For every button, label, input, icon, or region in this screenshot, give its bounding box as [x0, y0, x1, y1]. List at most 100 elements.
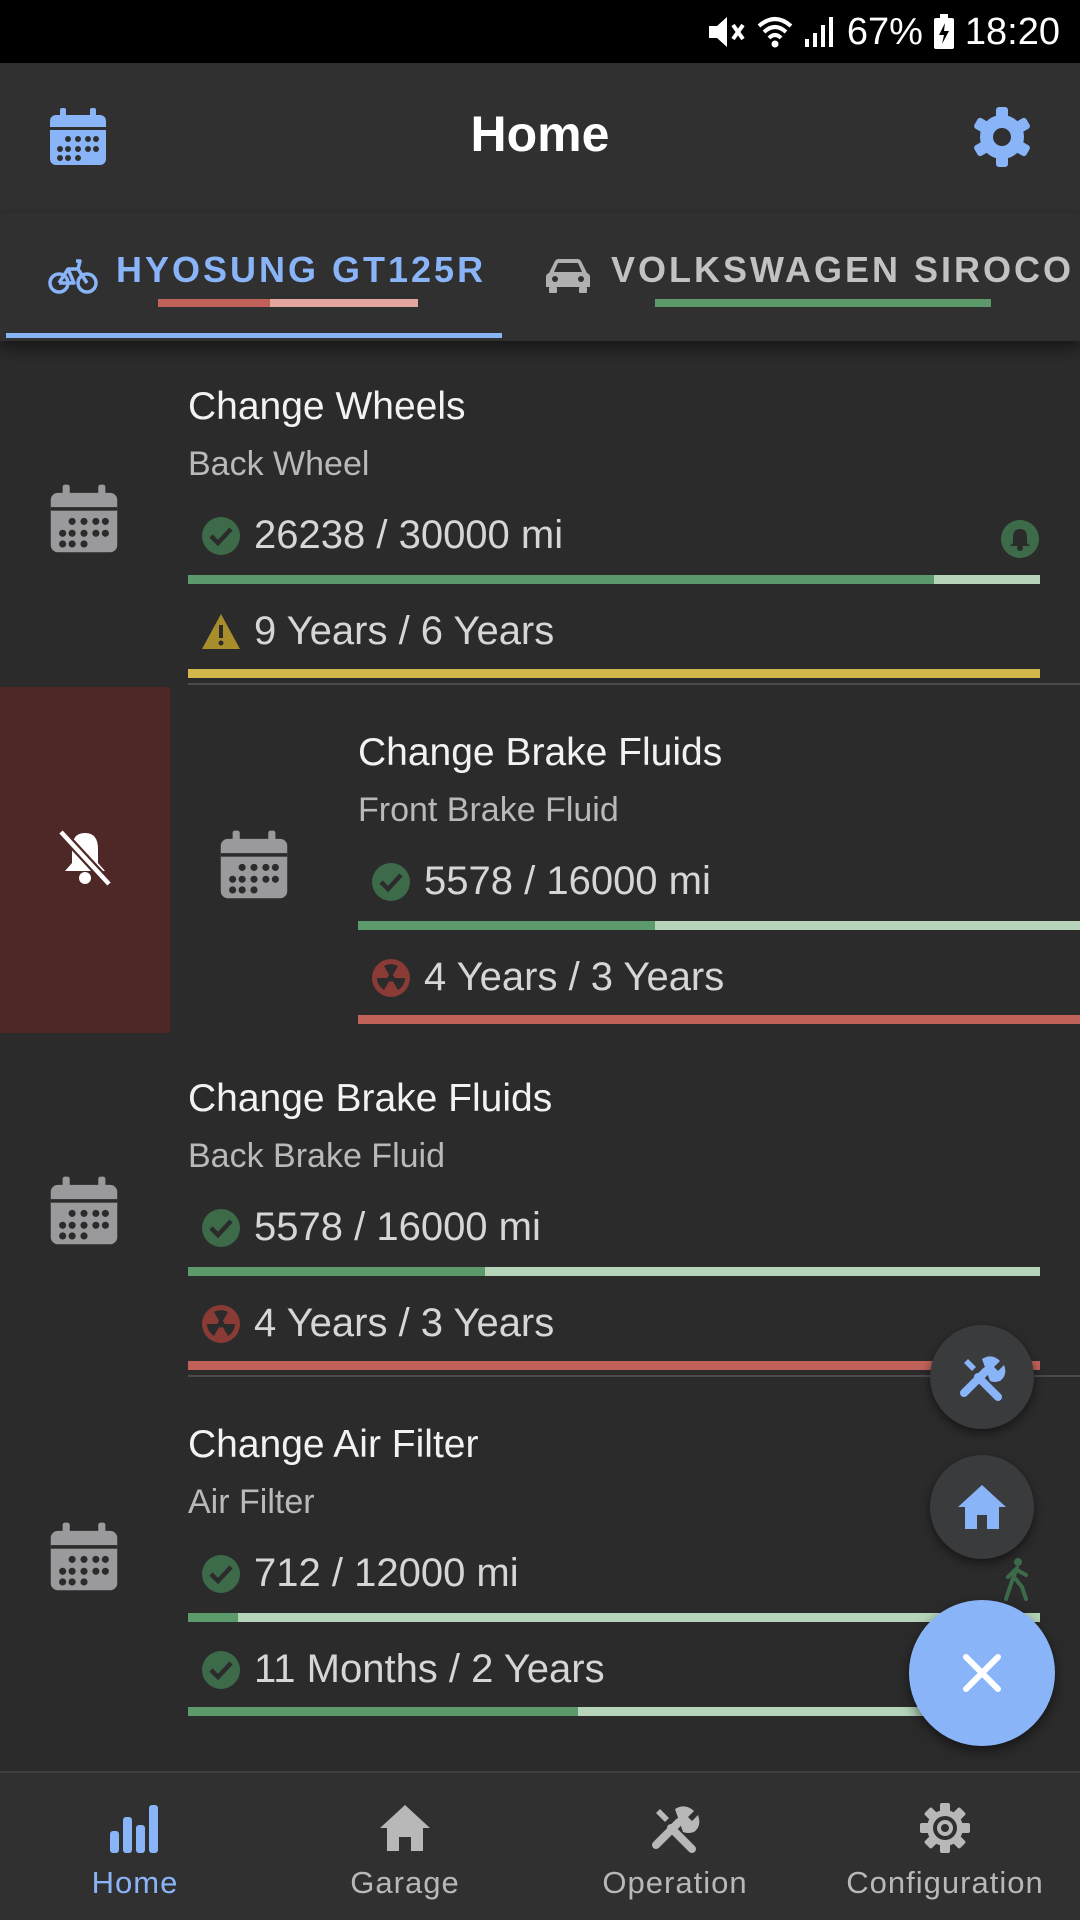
bell-icon[interactable]	[1000, 519, 1040, 559]
battery-charging-icon	[933, 14, 954, 49]
bicycle-icon	[48, 259, 98, 294]
nav-label: Garage	[350, 1865, 460, 1900]
clock: 18:20	[964, 10, 1060, 53]
app-bar: Home	[0, 63, 1080, 213]
check-circle-icon	[202, 517, 240, 555]
calendar-icon	[50, 1522, 118, 1591]
bar-chart-icon	[110, 1805, 158, 1853]
check-circle-icon	[202, 1651, 240, 1689]
list-item[interactable]: Change Brake Fluids Front Brake Fluid 55…	[170, 687, 1080, 1033]
distance-progress-fill	[188, 575, 934, 584]
radiation-icon	[372, 959, 410, 997]
calendar-icon	[50, 1176, 118, 1245]
item-subtitle: Back Wheel	[188, 445, 370, 483]
distance-metric: 5578 / 16000 mi	[188, 1203, 1040, 1283]
car-icon	[546, 259, 590, 293]
tab-health-bar-remaining	[270, 299, 418, 307]
distance-metric: 5578 / 16000 mi	[358, 857, 1080, 937]
warning-icon	[202, 614, 240, 649]
nav-label: Configuration	[846, 1865, 1044, 1900]
distance-text: 712 / 12000 mi	[254, 1551, 519, 1595]
time-progress-fill	[188, 1707, 579, 1716]
nav-operation[interactable]: Operation	[540, 1773, 810, 1920]
time-progress-fill	[358, 1015, 1080, 1024]
nav-configuration[interactable]: Configuration	[810, 1773, 1080, 1920]
list-item[interactable]: Change Brake Fluids Back Brake Fluid 557…	[0, 1033, 1080, 1379]
distance-text: 5578 / 16000 mi	[424, 859, 711, 903]
time-progress-fill	[188, 669, 1040, 678]
nav-garage[interactable]: Garage	[270, 1773, 540, 1920]
gear-icon	[974, 107, 1030, 167]
distance-text: 5578 / 16000 mi	[254, 1205, 541, 1249]
home-icon	[380, 1805, 430, 1851]
calendar-icon	[220, 830, 288, 899]
distance-progress-fill	[358, 921, 656, 930]
distance-progress-fill	[188, 1267, 486, 1276]
time-metric: 4 Years / 3 Years	[188, 1299, 1040, 1379]
item-subtitle: Front Brake Fluid	[358, 791, 619, 829]
time-progress-track	[188, 669, 1040, 678]
list-item[interactable]: Change Wheels Back Wheel 26238 / 30000 m…	[0, 341, 1080, 687]
item-title: Change Brake Fluids	[358, 731, 723, 774]
time-metric: 9 Years / 6 Years	[188, 607, 1040, 687]
divider	[188, 683, 1080, 685]
add-operation-fab[interactable]	[930, 1325, 1034, 1429]
tab-label: HYOSUNG GT125R	[116, 249, 487, 290]
page-title: Home	[470, 106, 610, 162]
check-circle-icon	[202, 1209, 240, 1247]
status-bar: 67% 18:20	[0, 0, 1080, 63]
distance-progress-fill	[188, 1613, 239, 1622]
tab-indicator	[6, 333, 502, 338]
signal-icon	[804, 17, 833, 47]
distance-text: 26238 / 30000 mi	[254, 513, 564, 557]
item-title: Change Brake Fluids	[188, 1077, 553, 1120]
close-icon	[963, 1654, 1001, 1692]
maintenance-list: Change Wheels Back Wheel 26238 / 30000 m…	[0, 341, 1080, 1771]
distance-metric: 26238 / 30000 mi	[188, 511, 1040, 591]
tab-volkswagen[interactable]: VOLKSWAGEN SIROCO	[505, 213, 1080, 341]
item-subtitle: Back Brake Fluid	[188, 1137, 445, 1175]
wifi-icon	[757, 17, 793, 48]
time-progress-track	[188, 1707, 1040, 1716]
nav-label: Home	[91, 1865, 179, 1900]
distance-progress-track	[358, 921, 1080, 930]
time-progress-track	[188, 1361, 1040, 1370]
mute-icon	[708, 17, 745, 47]
time-text: 4 Years / 3 Years	[424, 955, 725, 999]
time-metric: 4 Years / 3 Years	[358, 953, 1080, 1033]
gear-icon	[920, 1803, 970, 1853]
tab-health-bar-ok	[655, 299, 991, 307]
walking-icon	[1004, 1558, 1028, 1601]
check-circle-icon	[372, 863, 410, 901]
add-garage-fab[interactable]	[930, 1455, 1034, 1559]
tab-label: VOLKSWAGEN SIROCO	[611, 249, 1075, 290]
battery-percent: 67%	[846, 10, 923, 53]
item-title: Change Wheels	[188, 385, 466, 428]
distance-progress-track	[188, 1613, 1040, 1622]
tab-hyosung[interactable]: HYOSUNG GT125R	[0, 213, 505, 341]
swipe-action-mute[interactable]	[0, 687, 170, 1033]
item-subtitle: Air Filter	[188, 1483, 315, 1521]
distance-progress-track	[188, 575, 1040, 584]
time-text: 11 Months / 2 Years	[254, 1647, 605, 1691]
bell-off-icon	[57, 828, 113, 888]
nav-label: Operation	[602, 1865, 748, 1900]
tools-icon	[960, 1356, 1006, 1401]
tab-health-bar-overdue	[158, 299, 270, 307]
time-progress-track	[358, 1015, 1080, 1024]
speed-dial-close-fab[interactable]	[909, 1600, 1055, 1746]
tools-icon	[652, 1806, 700, 1853]
time-progress-fill	[188, 1361, 1040, 1370]
vehicle-tabs: HYOSUNG GT125R VOLKSWAGEN SIROCO	[0, 213, 1080, 341]
home-icon	[958, 1485, 1006, 1529]
item-title: Change Air Filter	[188, 1423, 479, 1466]
check-circle-icon	[202, 1555, 240, 1593]
nav-home[interactable]: Home	[0, 1773, 270, 1920]
radiation-icon	[202, 1305, 240, 1343]
distance-metric: 712 / 12000 mi	[188, 1549, 1040, 1629]
settings-button[interactable]	[970, 105, 1034, 169]
time-text: 9 Years / 6 Years	[254, 609, 555, 653]
time-text: 4 Years / 3 Years	[254, 1301, 555, 1345]
calendar-icon	[50, 484, 118, 553]
distance-progress-track	[188, 1267, 1040, 1276]
